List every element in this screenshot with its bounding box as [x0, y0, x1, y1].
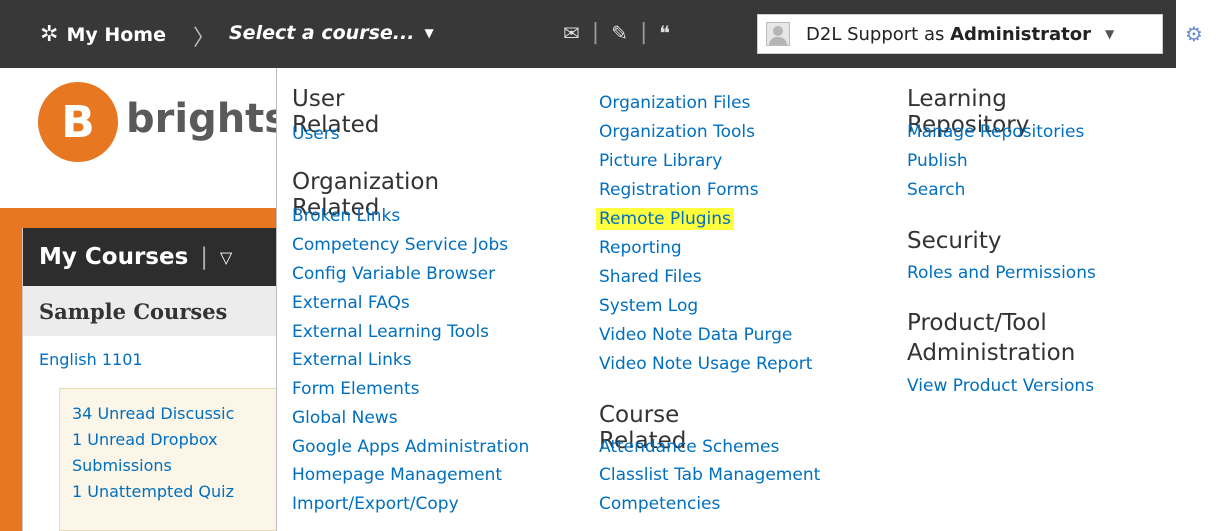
chevron-down-icon: ▼	[424, 26, 434, 40]
my-home-link[interactable]: ✲ My Home	[40, 22, 166, 47]
heading-product-tool: Product/Tool	[907, 310, 1047, 336]
divider: |	[639, 20, 648, 45]
menu-link-system-log[interactable]: System Log	[599, 292, 698, 321]
course-selector[interactable]: Select a course... ▼	[229, 22, 434, 44]
user-menu[interactable]: D2L Support as Administrator ▼	[757, 14, 1163, 54]
menu-link-classlist-tab-management[interactable]: Classlist Tab Management	[599, 461, 820, 490]
my-courses-header: My Courses | ▽	[23, 228, 277, 286]
admin-tools-menu: User Related Users Organization Related …	[276, 68, 1222, 531]
updates-icon[interactable]: ✎	[611, 21, 628, 45]
menu-link-shared-files[interactable]: Shared Files	[599, 263, 702, 292]
menu-link-form-elements[interactable]: Form Elements	[292, 375, 419, 404]
menu-link-competency-service-jobs[interactable]: Competency Service Jobs	[292, 231, 508, 260]
menu-link-google-apps-administration[interactable]: Google Apps Administration	[292, 433, 529, 462]
menu-link-import-export-copy[interactable]: Import/Export/Copy	[292, 490, 459, 519]
menu-link-competencies[interactable]: Competencies	[599, 490, 720, 519]
message-icon[interactable]: ✉	[563, 21, 580, 45]
menu-link-video-note-usage-report[interactable]: Video Note Usage Report	[599, 350, 812, 379]
my-courses-title: My Courses	[39, 244, 189, 270]
chevron-down-icon: ▼	[1105, 27, 1115, 41]
my-courses-widget: My Courses | ▽ Sample Courses English 11…	[22, 228, 277, 531]
user-role: Administrator	[950, 23, 1091, 45]
home-flower-icon: ✲	[40, 22, 59, 47]
avatar-icon	[766, 22, 790, 46]
brand-name: brights	[126, 96, 289, 142]
menu-link-external-links[interactable]: External Links	[292, 346, 412, 375]
menu-link-search[interactable]: Search	[907, 176, 965, 205]
subscriptions-icon[interactable]: ❝	[659, 21, 670, 45]
menu-link-remote-plugins[interactable]: Remote Plugins	[596, 208, 734, 230]
heading-security: Security	[907, 228, 1002, 254]
menu-link-view-product-versions[interactable]: View Product Versions	[907, 372, 1094, 401]
user-label: D2L Support as Administrator	[806, 24, 1091, 45]
menu-link-attendance-schemes[interactable]: Attendance Schemes	[599, 433, 779, 462]
sample-courses-heading: Sample Courses	[23, 286, 277, 336]
update-item[interactable]: Submissions	[72, 453, 276, 479]
logo-letter: B	[61, 96, 95, 148]
notification-icons: ✉ | ✎ | ❝	[563, 20, 670, 45]
top-navbar: ✲ My Home 〉 Select a course... ▼ ✉ | ✎ |…	[0, 0, 1222, 68]
divider: |	[200, 244, 209, 270]
menu-link-homepage-management[interactable]: Homepage Management	[292, 461, 502, 490]
menu-link-external-faqs[interactable]: External FAQs	[292, 289, 410, 318]
course-link[interactable]: English 1101	[39, 350, 143, 369]
breadcrumb-chevron-icon: 〉	[193, 26, 216, 51]
menu-link-external-learning-tools[interactable]: External Learning Tools	[292, 318, 489, 347]
chevron-down-icon[interactable]: ▽	[220, 248, 232, 267]
menu-link-registration-forms[interactable]: Registration Forms	[599, 176, 759, 205]
course-updates-box: 34 Unread Discussic 1 Unread Dropbox Sub…	[59, 388, 277, 531]
divider: |	[591, 20, 600, 45]
heading-administration: Administration	[907, 340, 1076, 366]
menu-link-organization-files[interactable]: Organization Files	[599, 89, 750, 118]
menu-link-config-variable-browser[interactable]: Config Variable Browser	[292, 260, 495, 289]
menu-link-reporting[interactable]: Reporting	[599, 234, 682, 263]
update-item[interactable]: 1 Unread Dropbox	[72, 427, 276, 453]
navbar-dark-bar: ✲ My Home 〉 Select a course... ▼ ✉ | ✎ |…	[0, 0, 1176, 68]
menu-link-publish[interactable]: Publish	[907, 147, 968, 176]
menu-link-video-note-data-purge[interactable]: Video Note Data Purge	[599, 321, 792, 350]
my-home-label: My Home	[66, 23, 166, 46]
user-name: D2L Support as	[806, 23, 951, 45]
menu-link-picture-library[interactable]: Picture Library	[599, 147, 722, 176]
menu-link-roles-and-permissions[interactable]: Roles and Permissions	[907, 259, 1096, 288]
menu-link-users[interactable]: Users	[292, 120, 340, 149]
update-item[interactable]: 1 Unattempted Quiz	[72, 479, 276, 505]
menu-link-organization-tools[interactable]: Organization Tools	[599, 118, 755, 147]
menu-link-manage-repositories[interactable]: Manage Repositories	[907, 118, 1084, 147]
course-selector-label: Select a course...	[229, 22, 415, 44]
brightspace-logo: B	[38, 82, 118, 162]
update-item[interactable]: 34 Unread Discussic	[72, 401, 276, 427]
menu-link-global-news[interactable]: Global News	[292, 404, 398, 433]
admin-gear-icon[interactable]: ⚙	[1185, 22, 1203, 46]
menu-link-broken-links[interactable]: Broken Links	[292, 202, 400, 231]
